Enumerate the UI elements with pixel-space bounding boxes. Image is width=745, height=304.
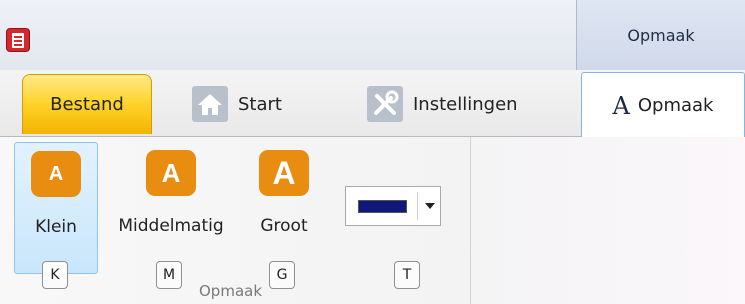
keytip-k: K [42, 261, 68, 289]
home-icon [192, 86, 228, 122]
tab-instellingen-label: Instellingen [413, 93, 518, 115]
group-label-opmaak: Opmaak [199, 282, 263, 300]
color-picker[interactable] [345, 186, 441, 226]
color-picker-divider [417, 192, 418, 220]
title-bar: Opmaak [0, 0, 745, 70]
middelmatig-label: Middelmatig [118, 216, 224, 236]
tab-opmaak-label: Opmaak [637, 95, 714, 116]
font-size-medium-icon: A [146, 150, 196, 196]
dropdown-arrow-icon[interactable] [425, 203, 435, 209]
tab-start[interactable]: Start [192, 74, 342, 134]
keytip-g: G [269, 261, 295, 289]
groot-label: Groot [260, 216, 308, 236]
tools-icon [367, 86, 403, 122]
contextual-tab-header: Opmaak [576, 0, 745, 70]
klein-button[interactable]: A Klein [14, 142, 98, 274]
opmaak-a-icon: A [612, 91, 630, 120]
tab-bestand[interactable]: Bestand [22, 74, 152, 134]
group-separator [470, 137, 471, 304]
tab-start-label: Start [238, 93, 282, 115]
groot-button[interactable]: A Groot [244, 142, 324, 274]
keytip-m: M [156, 261, 182, 289]
keytip-t: T [394, 261, 420, 289]
color-swatch [358, 200, 407, 213]
klein-label: Klein [35, 217, 77, 237]
document-list-icon[interactable] [6, 28, 30, 52]
ribbon-tab-row: Bestand Start Instellingen A Opmaak [0, 70, 745, 138]
middelmatig-button[interactable]: A Middelmatig [108, 142, 234, 274]
tab-instellingen[interactable]: Instellingen [367, 74, 567, 134]
font-size-small-icon: A [31, 151, 81, 197]
tab-opmaak[interactable]: A Opmaak [581, 72, 745, 138]
font-size-large-icon: A [259, 150, 309, 196]
